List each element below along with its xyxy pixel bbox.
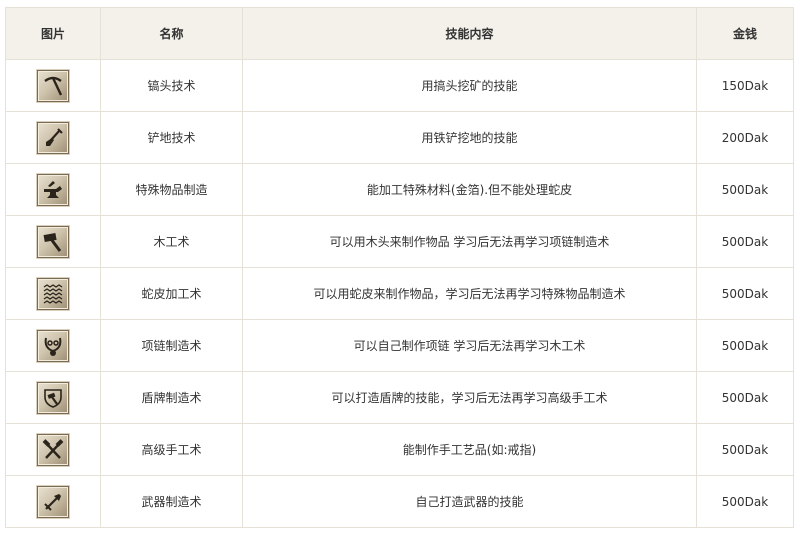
table-row: 盾牌制造术 可以打造盾牌的技能，学习后无法再学习高级手工术 500Dak — [5, 371, 794, 424]
snakeskin-icon — [37, 277, 69, 310]
icon-cell — [5, 423, 101, 476]
table-header-row: 图片 名称 技能内容 金钱 — [5, 7, 794, 60]
icon-cell — [5, 59, 101, 112]
shield-hammer-icon — [37, 381, 69, 414]
table-row: 高级手工术 能制作手工艺品(如:戒指) 500Dak — [5, 423, 794, 476]
crossed-hammers-icon — [37, 433, 69, 466]
skill-price: 500Dak — [696, 319, 794, 372]
table-row: 木工术 可以用木头来制作物品 学习后无法再学习项链制造术 500Dak — [5, 215, 794, 268]
skill-price: 500Dak — [696, 475, 794, 528]
hammer-icon — [37, 225, 69, 258]
anvil-icon — [37, 173, 69, 206]
skill-name: 蛇皮加工术 — [100, 267, 243, 320]
table-row: 项链制造术 可以自己制作项链 学习后无法再学习木工术 500Dak — [5, 319, 794, 372]
skill-description: 可以打造盾牌的技能，学习后无法再学习高级手工术 — [242, 371, 697, 424]
skill-description: 用铁铲挖地的技能 — [242, 111, 697, 164]
skill-description: 可以用木头来制作物品 学习后无法再学习项链制造术 — [242, 215, 697, 268]
skill-price: 200Dak — [696, 111, 794, 164]
skill-description: 自己打造武器的技能 — [242, 475, 697, 528]
necklace-icon — [37, 329, 69, 362]
skill-price: 500Dak — [696, 423, 794, 476]
header-icon: 图片 — [5, 7, 101, 60]
skill-name: 铲地技术 — [100, 111, 243, 164]
weapon-forge-icon — [37, 485, 69, 518]
table-row: 铲地技术 用铁铲挖地的技能 200Dak — [5, 111, 794, 164]
table-row: 武器制造术 自己打造武器的技能 500Dak — [5, 475, 794, 528]
icon-cell — [5, 475, 101, 528]
skill-name: 项链制造术 — [100, 319, 243, 372]
skill-description: 用搞头挖矿的技能 — [242, 59, 697, 112]
skill-name: 特殊物品制造 — [100, 163, 243, 216]
icon-cell — [5, 215, 101, 268]
skill-name: 武器制造术 — [100, 475, 243, 528]
header-name: 名称 — [100, 7, 243, 60]
skill-price: 500Dak — [696, 163, 794, 216]
skill-description: 可以用蛇皮来制作物品，学习后无法再学习特殊物品制造术 — [242, 267, 697, 320]
skills-table-container: 图片 名称 技能内容 金钱 镐头技术 用搞头挖矿的技能 150Dak 铲地技术 … — [5, 7, 794, 528]
icon-cell — [5, 371, 101, 424]
skill-description: 能制作手工艺品(如:戒指) — [242, 423, 697, 476]
icon-cell — [5, 111, 101, 164]
icon-cell — [5, 163, 101, 216]
icon-cell — [5, 267, 101, 320]
shovel-icon — [37, 121, 69, 154]
table-row: 特殊物品制造 能加工特殊材料(金箔).但不能处理蛇皮 500Dak — [5, 163, 794, 216]
skill-price: 150Dak — [696, 59, 794, 112]
skill-description: 能加工特殊材料(金箔).但不能处理蛇皮 — [242, 163, 697, 216]
skill-name: 高级手工术 — [100, 423, 243, 476]
skill-price: 500Dak — [696, 371, 794, 424]
table-row: 蛇皮加工术 可以用蛇皮来制作物品，学习后无法再学习特殊物品制造术 500Dak — [5, 267, 794, 320]
skill-name: 镐头技术 — [100, 59, 243, 112]
skill-price: 500Dak — [696, 215, 794, 268]
icon-cell — [5, 319, 101, 372]
skills-table: 图片 名称 技能内容 金钱 镐头技术 用搞头挖矿的技能 150Dak 铲地技术 … — [5, 7, 794, 528]
pickaxe-icon — [37, 69, 69, 102]
header-description: 技能内容 — [242, 7, 697, 60]
skill-price: 500Dak — [696, 267, 794, 320]
header-price: 金钱 — [696, 7, 794, 60]
skill-description: 可以自己制作项链 学习后无法再学习木工术 — [242, 319, 697, 372]
table-row: 镐头技术 用搞头挖矿的技能 150Dak — [5, 59, 794, 112]
skill-name: 盾牌制造术 — [100, 371, 243, 424]
skill-name: 木工术 — [100, 215, 243, 268]
